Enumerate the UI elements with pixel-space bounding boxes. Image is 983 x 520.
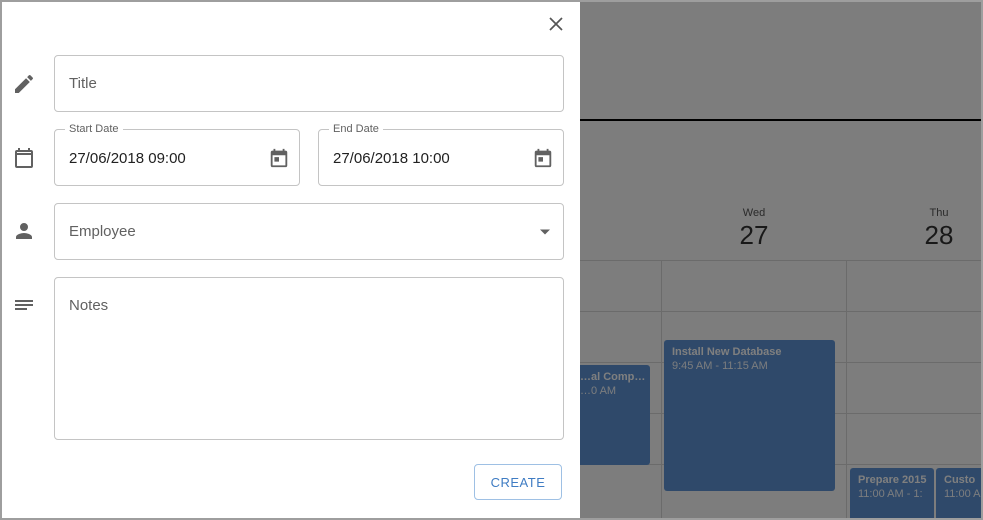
- person-icon: [16, 223, 32, 239]
- calendar-today-icon[interactable]: [532, 147, 554, 169]
- notes-lines-icon: [15, 300, 33, 310]
- employee-placeholder: Employee: [69, 223, 136, 240]
- calendar-today-icon[interactable]: [268, 147, 290, 169]
- caret-down-icon: [540, 229, 550, 235]
- create-button[interactable]: CREATE: [474, 464, 562, 500]
- title-input[interactable]: Title: [54, 55, 564, 112]
- start-date-field[interactable]: Start Date 27/06/2018 09:00: [54, 122, 300, 186]
- start-date-value: 27/06/2018 09:00: [69, 150, 186, 167]
- start-date-label: Start Date: [65, 122, 123, 136]
- close-button[interactable]: [542, 10, 570, 38]
- calendar-icon: [15, 148, 33, 168]
- end-date-label: End Date: [329, 122, 383, 136]
- appointment-form-panel: Title Start Date 27/06/2018 09:00 End Da…: [2, 2, 580, 518]
- window: 6 Wed 27 Thu 28 …al Comp… …0 AM Install …: [0, 0, 983, 520]
- pencil-icon: [15, 74, 34, 93]
- title-placeholder: Title: [69, 75, 97, 92]
- notes-placeholder: Notes: [69, 297, 109, 314]
- notes-textarea[interactable]: Notes: [54, 277, 564, 440]
- employee-select[interactable]: Employee: [54, 203, 564, 260]
- end-date-field[interactable]: End Date 27/06/2018 10:00: [318, 122, 564, 186]
- close-icon: [549, 17, 563, 31]
- end-date-value: 27/06/2018 10:00: [333, 150, 450, 167]
